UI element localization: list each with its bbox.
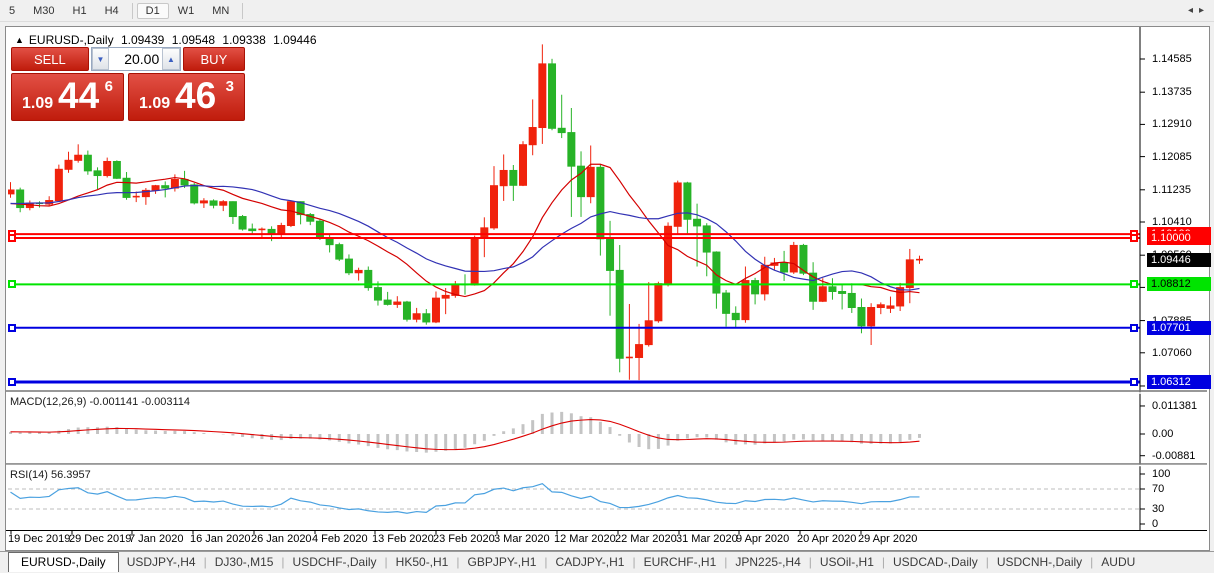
chart-window[interactable]: ▲ EURUSD-,Daily 1.09439 1.09548 1.09338 1… <box>5 26 1210 551</box>
chart-tab-jpn225-h4[interactable]: JPN225-,H4 <box>727 552 808 569</box>
ohlc-close: 1.09446 <box>273 33 316 47</box>
chart-tab-usdchf-daily[interactable]: USDCHF-,Daily <box>285 552 385 569</box>
date-label: 23 Feb 2020 <box>433 533 495 545</box>
date-label: 4 Feb 2020 <box>312 533 368 545</box>
ohlc-open: 1.09439 <box>121 33 164 47</box>
timeframe-button-mn[interactable]: MN <box>203 3 238 19</box>
date-label: 26 Jan 2020 <box>251 533 312 545</box>
volume-stepper: ▼ ▲ <box>91 47 181 71</box>
hline-handle-left[interactable] <box>8 280 16 288</box>
rsi-axis-label: 30 <box>1152 503 1164 515</box>
buy-price-button[interactable]: 1.09 46 3 <box>128 73 245 121</box>
price-tick-label: 1.11235 <box>1152 184 1191 196</box>
trading-app-window: 5M30H1H4 D1W1MN ▲ EURUSD-,Daily 1.09439 1.… <box>0 0 1214 573</box>
chart-tab-eurchf-h1[interactable]: EURCHF-,H1 <box>636 552 725 569</box>
date-label: 16 Jan 2020 <box>190 533 251 545</box>
chart-tab-audu[interactable]: AUDU <box>1093 552 1143 569</box>
macd-label: MACD(12,26,9) -0.001141 -0.003114 <box>10 396 190 408</box>
buy-button[interactable]: BUY <box>183 47 245 71</box>
timeframe-button-h4[interactable]: H4 <box>96 3 128 19</box>
volume-decrease-button[interactable]: ▼ <box>92 48 110 70</box>
price-tick-label: 1.12085 <box>1152 151 1192 163</box>
hline-handle-right[interactable] <box>1130 234 1138 242</box>
hline-handle-left[interactable] <box>8 234 16 242</box>
sell-price-big: 44 <box>58 75 99 117</box>
hline-price-chip: 1.07701 <box>1147 321 1211 335</box>
timeframe-button-m30[interactable]: M30 <box>24 3 63 19</box>
chart-tab-usdjpy-h4[interactable]: USDJPY-,H4 <box>119 552 204 569</box>
date-label: 12 Mar 2020 <box>554 533 616 545</box>
date-label: 22 Mar 2020 <box>615 533 677 545</box>
chart-tab-bar: EURUSD-,DailyUSDJPY-,H4|DJ30-,M15|USDCHF… <box>0 551 1214 573</box>
hline-handle-right[interactable] <box>1130 324 1138 332</box>
one-click-trading-panel: SELL ▼ ▲ BUY 1.09 44 6 1.09 46 3 <box>11 47 245 121</box>
hline-price-chip: 1.06312 <box>1147 375 1211 389</box>
tab-scroll-left-icon[interactable]: ◂ <box>1188 5 1199 16</box>
date-label: 29 Apr 2020 <box>858 533 917 545</box>
chart-tab-eurusd-daily[interactable]: EURUSD-,Daily <box>8 552 119 572</box>
macd-axis-label: 0.00 <box>1152 428 1173 440</box>
rsi-axis-label: 70 <box>1152 483 1164 495</box>
rsi-axis-label: 100 <box>1152 468 1170 480</box>
hline-price-chip: 1.10000 <box>1147 231 1211 245</box>
symbol-triangle-icon: ▲ <box>15 35 24 45</box>
volume-input[interactable] <box>109 48 162 70</box>
buy-price-sup: 3 <box>226 78 234 95</box>
price-tick-label: 1.12910 <box>1152 118 1192 130</box>
timeframe-button-5[interactable]: 5 <box>0 3 24 19</box>
sell-button[interactable]: SELL <box>11 47 89 71</box>
date-label: 20 Apr 2020 <box>797 533 856 545</box>
sell-price-button[interactable]: 1.09 44 6 <box>11 73 124 121</box>
volume-increase-button[interactable]: ▲ <box>162 48 180 70</box>
timeframe-button-h1[interactable]: H1 <box>64 3 96 19</box>
timeframe-toolbar: 5M30H1H4 D1W1MN <box>0 0 1214 22</box>
date-label: 3 Mar 2020 <box>494 533 550 545</box>
timeframe-button-d1[interactable]: D1 <box>137 3 169 19</box>
date-label: 13 Feb 2020 <box>372 533 434 545</box>
chart-tab-dj30-m15[interactable]: DJ30-,M15 <box>207 552 282 569</box>
hline-handle-right[interactable] <box>1130 378 1138 386</box>
tab-scroll-arrows[interactable]: ◂▸ <box>1188 5 1210 16</box>
date-label: 29 Dec 2019 <box>69 533 131 545</box>
current-price-chip: 1.09446 <box>1147 253 1211 267</box>
buy-price-big: 46 <box>175 75 216 117</box>
chart-tab-usdcad-daily[interactable]: USDCAD-,Daily <box>885 552 986 569</box>
sell-price-sup: 6 <box>105 78 113 95</box>
date-label: 31 Mar 2020 <box>676 533 738 545</box>
chart-tab-hk50-h1[interactable]: HK50-,H1 <box>388 552 457 569</box>
price-tick-label: 1.07060 <box>1152 347 1192 359</box>
macd-axis-label: -0.00881 <box>1152 450 1195 462</box>
date-label: 9 Apr 2020 <box>736 533 789 545</box>
buy-price-small: 1.09 <box>139 95 170 113</box>
rsi-label: RSI(14) 56.3957 <box>10 469 91 481</box>
hline-handle-left[interactable] <box>8 324 16 332</box>
ohlc-low: 1.09338 <box>222 33 265 47</box>
sell-price-small: 1.09 <box>22 95 53 113</box>
toolbar-separator <box>132 3 133 19</box>
ohlc-high: 1.09548 <box>172 33 215 47</box>
hline-price-chip: 1.08812 <box>1147 277 1211 291</box>
chart-tab-usoil-h1[interactable]: USOil-,H1 <box>812 552 882 569</box>
chart-tab-gbpjpy-h1[interactable]: GBPJPY-,H1 <box>459 552 544 569</box>
toolbar-separator <box>242 3 243 19</box>
macd-axis-label: 0.011381 <box>1152 400 1197 412</box>
tab-scroll-right-icon[interactable]: ▸ <box>1199 5 1210 16</box>
hline-handle-right[interactable] <box>1130 280 1138 288</box>
date-label: 7 Jan 2020 <box>129 533 183 545</box>
chart-tab-usdcnh-daily[interactable]: USDCNH-,Daily <box>989 552 1090 569</box>
rsi-axis-label: 0 <box>1152 518 1158 530</box>
timeframe-button-w1[interactable]: W1 <box>169 3 204 19</box>
date-label: 19 Dec 2019 <box>8 533 70 545</box>
chart-tab-cadjpy-h1[interactable]: CADJPY-,H1 <box>548 552 633 569</box>
price-tick-label: 1.13735 <box>1152 86 1192 98</box>
hline-handle-left[interactable] <box>8 378 16 386</box>
symbol-title: EURUSD-,Daily <box>29 33 114 47</box>
chart-title-bar: ▲ EURUSD-,Daily 1.09439 1.09548 1.09338 1… <box>15 33 321 47</box>
price-tick-label: 1.14585 <box>1152 53 1192 65</box>
